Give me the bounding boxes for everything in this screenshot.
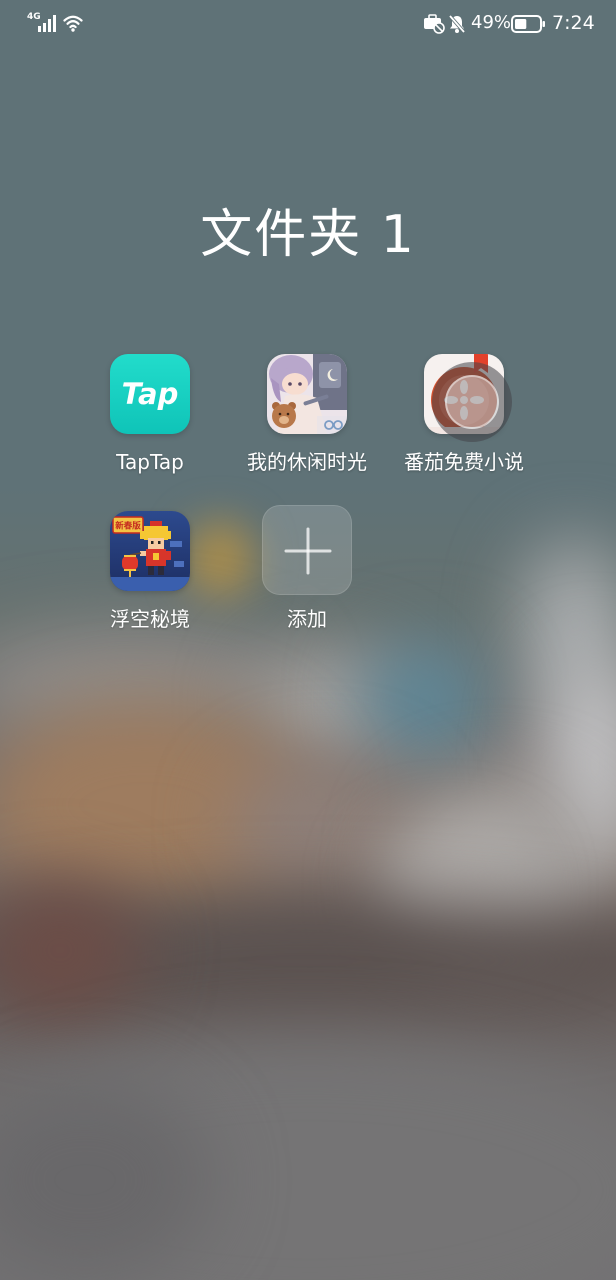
battery-level-fill xyxy=(515,19,527,29)
app-label: 我的休闲时光 xyxy=(247,450,367,474)
assistive-touch-button[interactable] xyxy=(432,362,512,442)
floating-realm-pixel-art: 新春版 xyxy=(110,511,190,591)
plus-icon xyxy=(284,527,332,575)
taptap-logo-text: Tap xyxy=(122,377,179,411)
app-leisure-time[interactable]: 我的休闲时光 xyxy=(232,354,382,480)
leisure-time-illustration xyxy=(267,354,347,434)
bell-off-icon xyxy=(448,14,466,34)
app-label: 番茄免费小说 xyxy=(404,450,524,474)
floating-realm-icon: 新春版 xyxy=(110,511,190,591)
new-year-edition-badge: 新春版 xyxy=(115,521,141,532)
app-label: TapTap xyxy=(116,450,184,474)
blurred-wallpaper xyxy=(0,0,616,1280)
wallpaper-blur-blob xyxy=(360,640,490,760)
wifi-icon xyxy=(63,15,83,32)
taptap-icon: Tap xyxy=(110,354,190,434)
app-taptap[interactable]: Tap TapTap xyxy=(75,354,225,480)
briefcase-icon xyxy=(424,14,445,34)
home-screen-folder-view: 4G 49% 7:24 文件夹 1 Tap TapTap 我的休闲时光 番茄免费… xyxy=(0,0,616,1280)
app-label: 添加 xyxy=(287,607,327,631)
leisure-time-app-icon xyxy=(267,354,347,434)
add-app-tile xyxy=(262,505,352,595)
taptap-logo: Tap xyxy=(110,354,190,434)
folder-title[interactable]: 文件夹 1 xyxy=(0,203,616,267)
clock: 7:24 xyxy=(552,12,595,34)
app-floating-realm[interactable]: 新春版 浮空秘境 xyxy=(75,511,225,637)
app-label: 浮空秘境 xyxy=(110,607,190,631)
add-app-button[interactable]: 添加 xyxy=(232,505,382,631)
status-bar: 4G 49% 7:24 xyxy=(0,0,616,48)
wallpaper-blur-blob xyxy=(230,760,410,890)
battery-icon xyxy=(511,15,545,33)
battery-percent: 49% xyxy=(471,12,512,33)
signal-icon xyxy=(38,15,56,32)
assistive-touch-icon xyxy=(445,375,499,429)
